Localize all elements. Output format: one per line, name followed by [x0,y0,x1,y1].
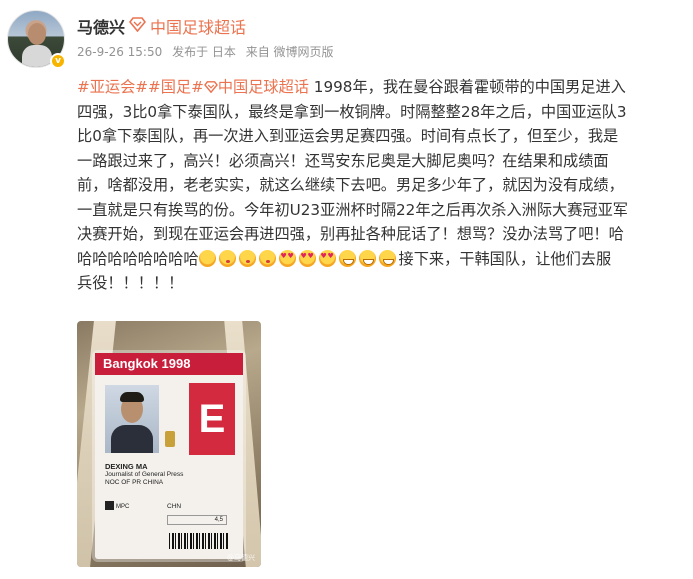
portrait-suit [111,425,153,453]
post-line: 四强，3比0拿下泰国队，最终是拿到一枚铜牌。时隔整整28年之后，中国亚运队3 [77,102,627,121]
post-source: 来自 微博网页版 [245,45,334,59]
mpc-logo-icon [105,501,114,510]
kiss-emoji [218,249,236,267]
image-watermark: @马德兴 [227,554,255,562]
card-org: NOC OF PR CHINA [105,479,164,486]
avatar-shirt [22,45,52,67]
super-topic-inline-link[interactable]: 中国足球超话 [218,78,309,96]
post-line: 前，啥都没用，老老实实，就这么继续下去吧。男足多少年了，就因为没有成绩， [77,176,624,194]
card-role: Journalist of General Press [105,471,184,478]
avatar-head [28,23,46,45]
card-title: Bangkok 1998 [95,353,243,375]
card-logo-text: MPC [116,504,130,510]
grin-emoji [358,249,376,267]
card-country: CHN [167,503,182,510]
kiss-emoji [238,249,256,267]
diamond-badge-icon [203,81,218,94]
post-line: 决赛开始，到现在亚运会再进四强，别再扯各种屁话了！想骂？没办法骂了吧！哈 [77,225,624,243]
accreditation-card: Bangkok 1998 E DEXING MA Journalist of G… [95,353,243,559]
kiss-emoji [258,249,276,267]
card-field: 4,5 [167,515,227,525]
username[interactable]: 马德兴 [77,14,125,38]
super-topic-link[interactable]: 中国足球超话 [150,14,246,38]
card-hologram [165,431,175,447]
diamond-badge-icon [129,17,146,32]
post-body: #亚运会##国足# 中国足球超话 1998年，我在曼谷跟着霍顿带的中国男足进入 四… [77,75,677,296]
heart-eyes-emoji [318,249,336,267]
card-portrait [105,385,159,453]
post-line: #亚运会##国足# 中国足球超话 1998年，我在曼谷跟着霍顿带的中国男足进入 [77,75,677,100]
portrait-hair [120,392,144,402]
card-name: DEXING MA [105,462,148,471]
post-image[interactable]: Bangkok 1998 E DEXING MA Journalist of G… [77,321,261,567]
card-details: DEXING MA Journalist of General Press NO… [105,463,183,487]
card-category-letter: E [189,383,235,455]
post-text: 接下来，干韩国队，让他们去服 [398,249,612,268]
heart-eyes-emoji [278,249,296,267]
post-text: 哈哈哈哈哈哈哈哈 [77,249,199,268]
post-line: 一直就是只有挨骂的份。今年初U23亚洲杯时隔22年之后再次杀入洲际大赛冠亚军 [77,200,628,219]
party-emoji [198,249,216,267]
grin-emoji [338,249,356,267]
post-text: 1998年，我在曼谷跟着霍顿带的中国男足进入 [308,78,626,96]
post-location: 发布于 日本 [172,45,236,59]
verified-v-icon: v [50,53,66,69]
barcode [169,533,229,549]
post-meta: 26-9-26 15:50 发布于 日本 来自 微博网页版 [77,43,340,60]
post-line: 哈哈哈哈哈哈哈哈 接下来，干韩国队，让他们去服 [77,247,677,272]
post-line: 比0拿下泰国队，再一次进入到亚运会男足赛四强。时间有点长了，但至少，我是 [77,127,619,145]
grin-emoji [378,249,396,267]
post-date[interactable]: 26-9-26 15:50 [77,45,162,59]
heart-eyes-emoji [298,249,316,267]
card-logo: MPC [105,501,129,510]
post-line: 兵役！！！！！ [77,274,184,292]
hashtag-link[interactable]: #亚运会##国足# [77,78,204,96]
post-line: 一路跟过来了，高兴！必须高兴！还骂安东尼奥是大脚尼奥吗？在结果和成绩面 [77,151,609,170]
